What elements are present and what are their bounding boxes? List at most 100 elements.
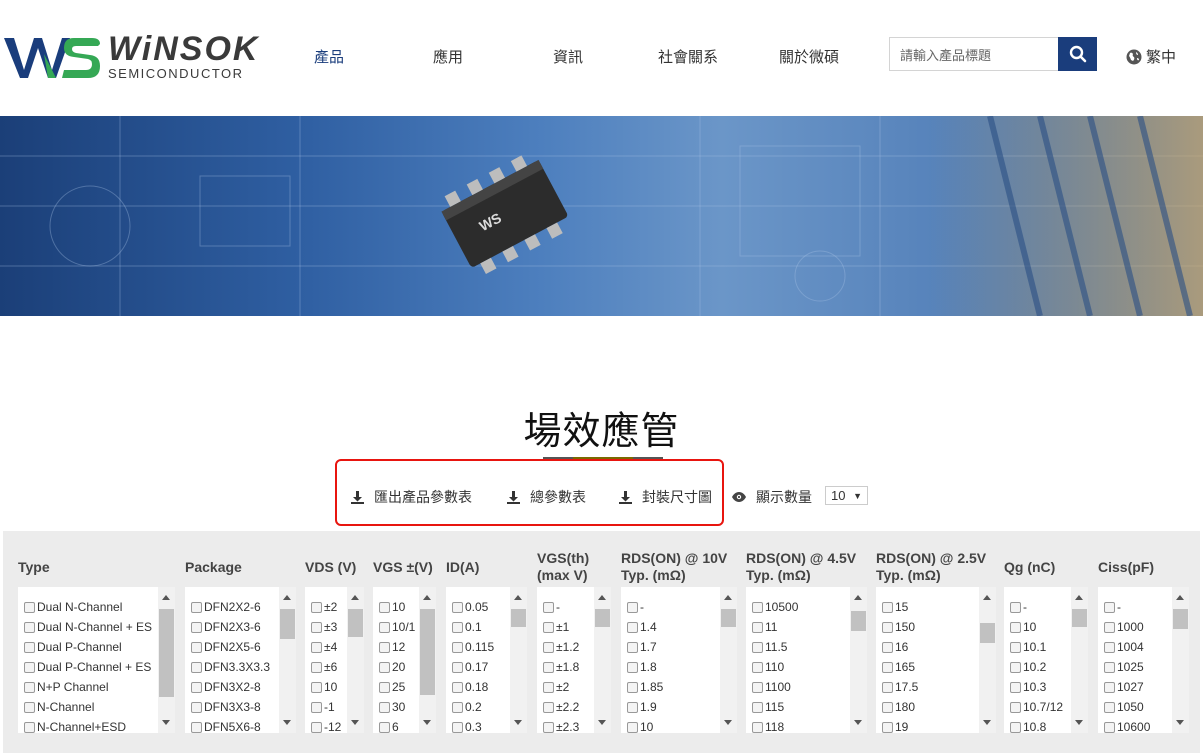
scroll-down-icon[interactable] bbox=[854, 720, 862, 725]
filter-option[interactable]: 10 bbox=[627, 717, 719, 733]
filter-option[interactable]: 10 bbox=[1010, 617, 1070, 637]
scroll-down-icon[interactable] bbox=[423, 720, 431, 725]
filter-option-checkbox[interactable] bbox=[882, 661, 893, 673]
filter-option[interactable]: 1025 bbox=[1104, 657, 1171, 677]
filter-option-checkbox[interactable] bbox=[24, 661, 35, 673]
filter-option[interactable]: 10600 bbox=[1104, 717, 1171, 733]
scroll-thumb[interactable] bbox=[1072, 609, 1087, 627]
scroll-down-icon[interactable] bbox=[283, 720, 291, 725]
filter-option-checkbox[interactable] bbox=[311, 701, 322, 713]
filter-option-checkbox[interactable] bbox=[452, 681, 463, 693]
filter-option[interactable]: 10.7/12 bbox=[1010, 697, 1070, 717]
filter-option[interactable]: 1100 bbox=[752, 677, 849, 697]
filter-option[interactable]: 10.1 bbox=[1010, 637, 1070, 657]
filter-option[interactable]: 17.5 bbox=[882, 677, 978, 697]
filter-option-checkbox[interactable] bbox=[882, 621, 893, 633]
filter-option[interactable]: - bbox=[1010, 597, 1070, 617]
filter-option-checkbox[interactable] bbox=[24, 701, 35, 713]
filter-option[interactable]: ±1 bbox=[543, 617, 593, 637]
filter-option[interactable]: ±6 bbox=[311, 657, 346, 677]
filter-option[interactable]: 10500 bbox=[752, 597, 849, 617]
filter-option[interactable]: 10.8 bbox=[1010, 717, 1070, 733]
scroll-down-icon[interactable] bbox=[724, 720, 732, 725]
filter-option[interactable]: - bbox=[1104, 597, 1171, 617]
filter-option-checkbox[interactable] bbox=[752, 621, 763, 633]
filter-option[interactable]: -12 bbox=[311, 717, 346, 733]
filter-option[interactable]: -1 bbox=[311, 697, 346, 717]
filter-option-checkbox[interactable] bbox=[379, 681, 390, 693]
filter-option[interactable]: ±2.3 bbox=[543, 717, 593, 733]
nav-item-applications[interactable]: 應用 bbox=[433, 46, 463, 67]
search-input[interactable]: 請輸入產品標題 bbox=[889, 37, 1059, 71]
filter-option-checkbox[interactable] bbox=[191, 701, 202, 713]
filter-option[interactable]: 1004 bbox=[1104, 637, 1171, 657]
filter-option[interactable]: 1027 bbox=[1104, 677, 1171, 697]
scroll-up-icon[interactable] bbox=[514, 595, 522, 600]
filter-option-checkbox[interactable] bbox=[379, 661, 390, 673]
filter-option-checkbox[interactable] bbox=[752, 681, 763, 693]
scrollbar[interactable] bbox=[419, 587, 436, 733]
filter-option-checkbox[interactable] bbox=[1104, 661, 1115, 673]
filter-option[interactable]: ±1.8 bbox=[543, 657, 593, 677]
filter-option-checkbox[interactable] bbox=[1010, 621, 1021, 633]
filter-option-checkbox[interactable] bbox=[543, 641, 554, 653]
filter-option-checkbox[interactable] bbox=[627, 641, 638, 653]
scroll-thumb[interactable] bbox=[511, 609, 526, 627]
filter-option-checkbox[interactable] bbox=[1104, 721, 1115, 733]
filter-option-checkbox[interactable] bbox=[311, 641, 322, 653]
filter-option[interactable]: 110 bbox=[752, 657, 849, 677]
filter-list-vgs[interactable]: 10 10/1 12 20 25 30 6 bbox=[373, 587, 436, 733]
total-params-button[interactable]: 總參數表 bbox=[507, 487, 586, 507]
filter-option-checkbox[interactable] bbox=[752, 601, 763, 613]
scroll-up-icon[interactable] bbox=[983, 595, 991, 600]
package-dim-button[interactable]: 封裝尺寸圖 bbox=[619, 487, 712, 507]
filter-option-checkbox[interactable] bbox=[882, 701, 893, 713]
scroll-up-icon[interactable] bbox=[162, 595, 170, 600]
filter-option[interactable]: N-Channel+ESD bbox=[24, 717, 157, 733]
filter-option[interactable]: ±2.2 bbox=[543, 697, 593, 717]
filter-option[interactable]: 6 bbox=[379, 717, 418, 733]
filter-option[interactable]: 0.17 bbox=[452, 657, 509, 677]
filter-list-rds25[interactable]: 15 150 16 165 17.5 180 19 bbox=[876, 587, 996, 733]
filter-option[interactable]: 11 bbox=[752, 617, 849, 637]
filter-option[interactable]: 1.9 bbox=[627, 697, 719, 717]
filter-option[interactable]: Dual N-Channel bbox=[24, 597, 157, 617]
filter-option[interactable]: 1050 bbox=[1104, 697, 1171, 717]
filter-option-checkbox[interactable] bbox=[882, 681, 893, 693]
scroll-thumb[interactable] bbox=[159, 609, 174, 697]
filter-option-checkbox[interactable] bbox=[24, 621, 35, 633]
filter-option-checkbox[interactable] bbox=[24, 641, 35, 653]
filter-option-checkbox[interactable] bbox=[24, 681, 35, 693]
filter-option[interactable]: - bbox=[543, 597, 593, 617]
filter-list-vgsth[interactable]: - ±1 ±1.2 ±1.8 ±2 ±2.2 ±2.3 bbox=[537, 587, 611, 733]
filter-option-checkbox[interactable] bbox=[1010, 721, 1021, 733]
filter-list-qg[interactable]: - 10 10.1 10.2 10.3 10.7/12 10.8 bbox=[1004, 587, 1088, 733]
filter-option[interactable]: 10 bbox=[311, 677, 346, 697]
filter-option-checkbox[interactable] bbox=[752, 641, 763, 653]
filter-option-checkbox[interactable] bbox=[1010, 661, 1021, 673]
brand-logo[interactable]: WiNSOK SEMICONDUCTOR bbox=[4, 30, 257, 82]
nav-item-social[interactable]: 社會關系 bbox=[658, 46, 718, 67]
filter-option-checkbox[interactable] bbox=[191, 601, 202, 613]
scroll-thumb[interactable] bbox=[721, 609, 736, 627]
filter-option[interactable]: 1.8 bbox=[627, 657, 719, 677]
filter-option-checkbox[interactable] bbox=[543, 661, 554, 673]
scrollbar[interactable] bbox=[1172, 587, 1189, 733]
filter-option[interactable]: 19 bbox=[882, 717, 978, 733]
scrollbar[interactable] bbox=[347, 587, 364, 733]
filter-option[interactable]: ±3 bbox=[311, 617, 346, 637]
filter-list-id[interactable]: 0.05 0.1 0.115 0.17 0.18 0.2 0.3 bbox=[446, 587, 527, 733]
filter-option-checkbox[interactable] bbox=[1010, 641, 1021, 653]
filter-option[interactable]: Dual P-Channel bbox=[24, 637, 157, 657]
filter-option[interactable]: 165 bbox=[882, 657, 978, 677]
search-button[interactable] bbox=[1058, 37, 1097, 71]
scroll-thumb[interactable] bbox=[595, 609, 610, 627]
filter-option-checkbox[interactable] bbox=[191, 681, 202, 693]
scroll-up-icon[interactable] bbox=[724, 595, 732, 600]
filter-option[interactable]: 0.18 bbox=[452, 677, 509, 697]
scroll-thumb[interactable] bbox=[280, 609, 295, 639]
filter-option-checkbox[interactable] bbox=[543, 701, 554, 713]
filter-option[interactable]: DFN3.3X3.3 bbox=[191, 657, 278, 677]
filter-option-checkbox[interactable] bbox=[752, 721, 763, 733]
filter-option[interactable]: 10/1 bbox=[379, 617, 418, 637]
